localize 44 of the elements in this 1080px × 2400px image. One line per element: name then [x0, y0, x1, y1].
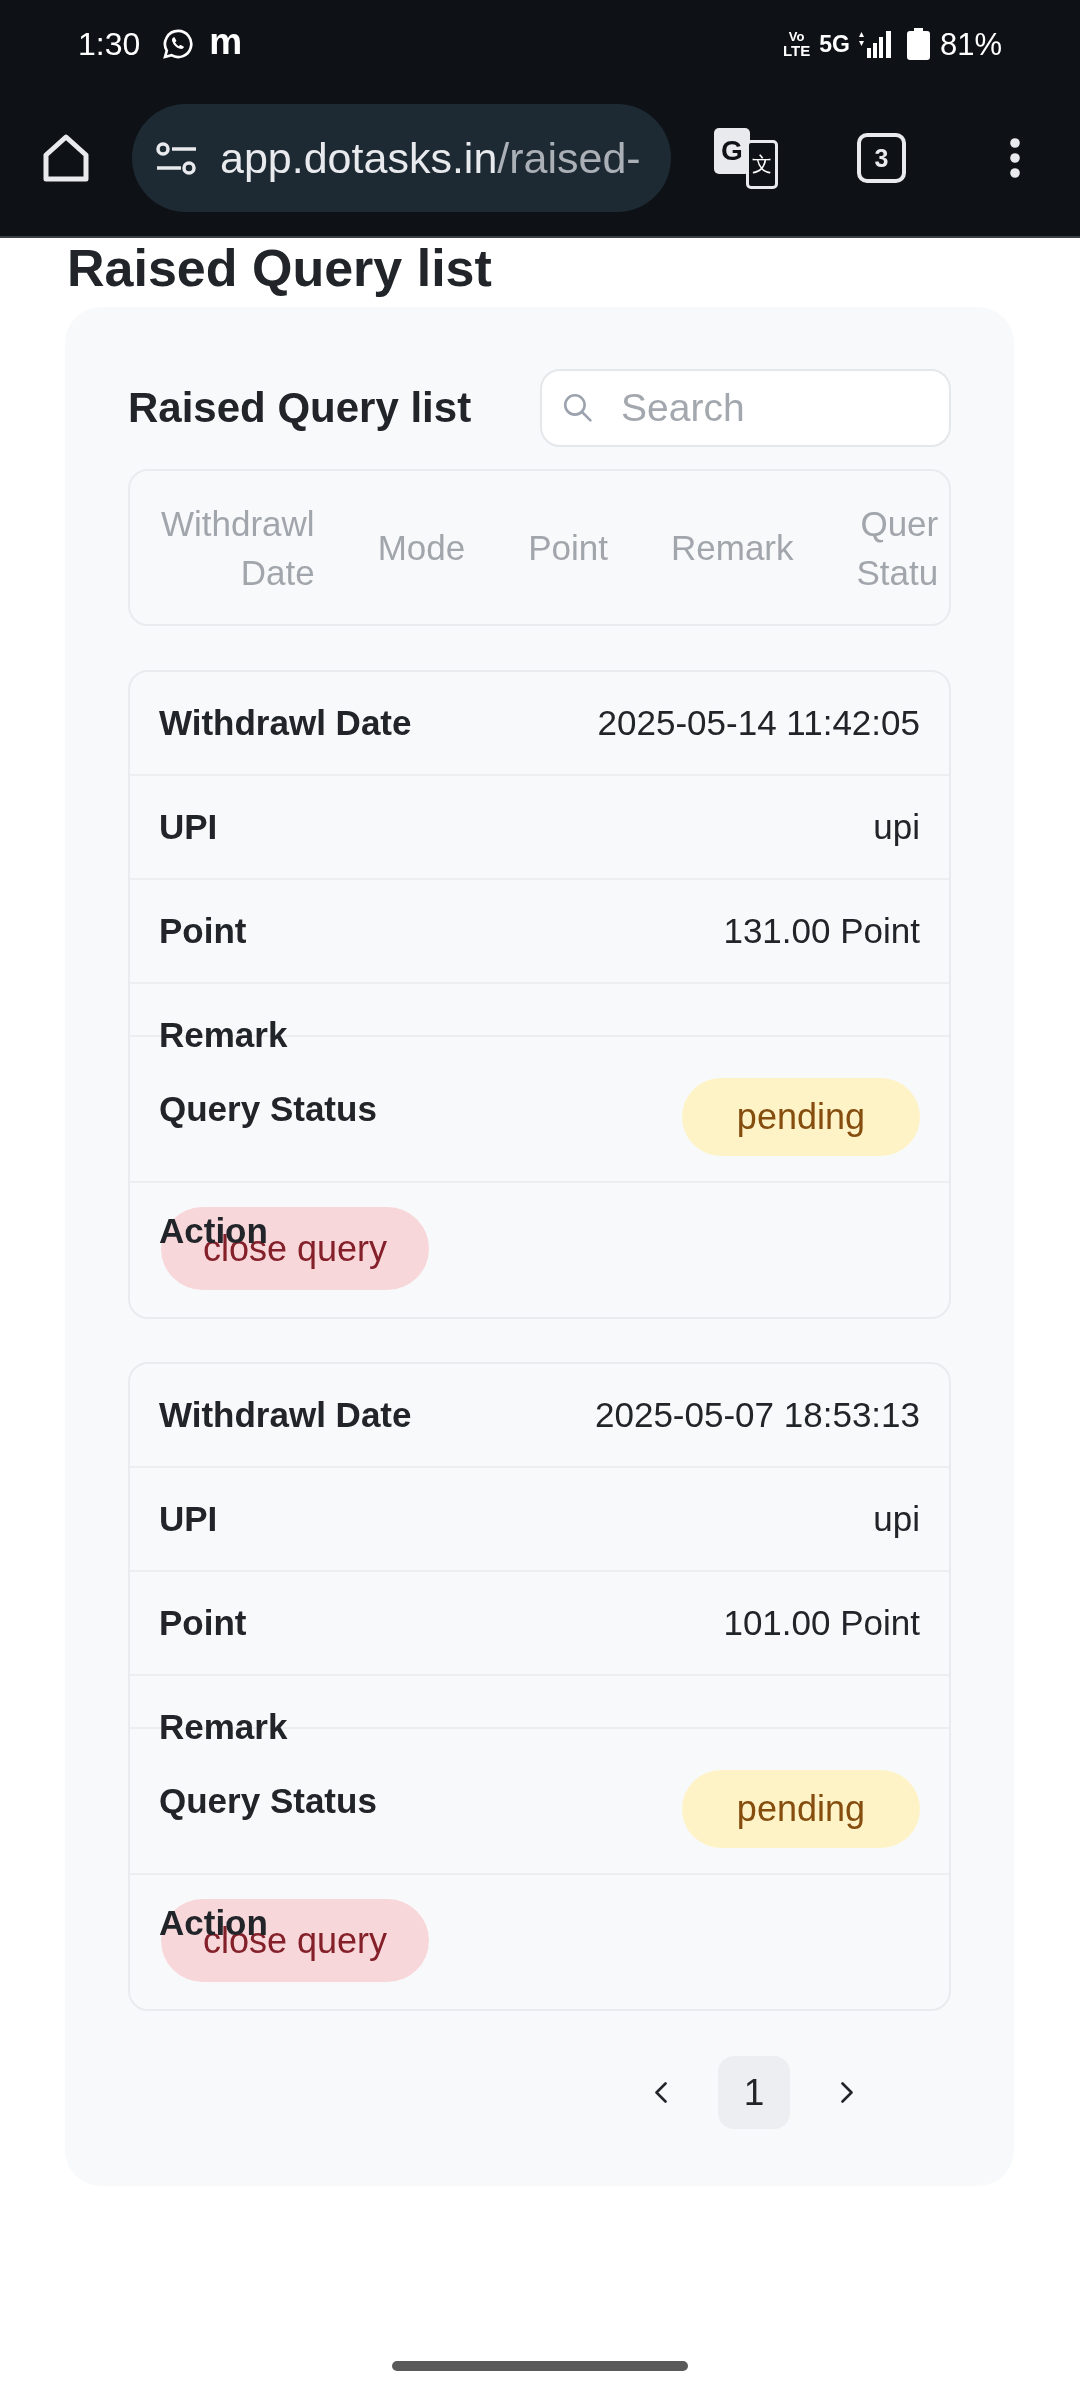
field-value: upi	[873, 1499, 920, 1539]
page-button[interactable]: 1	[718, 2056, 790, 2129]
sliders-icon[interactable]	[156, 141, 197, 175]
search-icon	[562, 392, 593, 423]
field-value: 101.00 Point	[723, 1603, 920, 1643]
url-text: app.dotasks.in/raised-	[220, 136, 641, 180]
column-header: Point	[528, 527, 608, 569]
column-header: Mode	[377, 527, 466, 569]
field-label: Query Status	[159, 1781, 377, 1821]
network-type: 5G	[819, 32, 850, 56]
field-value: 2025-05-14 11:42:05	[597, 703, 920, 743]
field-value: 131.00 Point	[723, 911, 920, 951]
chevron-right-icon[interactable]	[841, 2082, 853, 2103]
panel-title: Raised Query list	[128, 387, 472, 429]
tab-switcher-button[interactable]: 3	[857, 133, 906, 183]
address-bar[interactable]: app.dotasks.in/raised-	[132, 104, 671, 212]
volte-indicator: Vo LTE	[783, 30, 811, 58]
battery-icon	[906, 28, 930, 60]
field-label: Point	[159, 911, 247, 951]
chevron-left-icon[interactable]	[655, 2082, 667, 2103]
field-label: Withdrawl Date	[159, 1395, 412, 1435]
signal-icon	[858, 30, 892, 58]
field-value: upi	[873, 807, 920, 847]
field-label: Remark	[159, 1015, 288, 1055]
field-label: Remark	[159, 1707, 288, 1747]
field-label: Point	[159, 1603, 247, 1643]
more-options-icon[interactable]	[1010, 138, 1020, 178]
status-time: 1:30	[78, 28, 141, 60]
home-icon[interactable]	[41, 133, 91, 183]
search-field[interactable]: Search	[540, 369, 951, 447]
battery-level: 81%	[939, 28, 1002, 60]
status-badge: pending	[681, 1770, 920, 1848]
field-label: Query Status	[159, 1089, 377, 1129]
phone-bubble-icon	[162, 28, 195, 60]
translate-button[interactable]: G 文	[714, 127, 778, 189]
status-badge: pending	[681, 1078, 920, 1156]
field-label: Withdrawl Date	[159, 703, 412, 743]
column-header: Remark	[671, 527, 794, 569]
field-label: UPI	[159, 1499, 218, 1539]
field-label: UPI	[159, 807, 218, 847]
notification-icon: m	[209, 22, 243, 66]
column-header: Quer Statu	[856, 502, 939, 594]
field-value: 2025-05-07 18:53:13	[595, 1395, 920, 1435]
column-header: Withdrawl Date	[161, 502, 315, 594]
